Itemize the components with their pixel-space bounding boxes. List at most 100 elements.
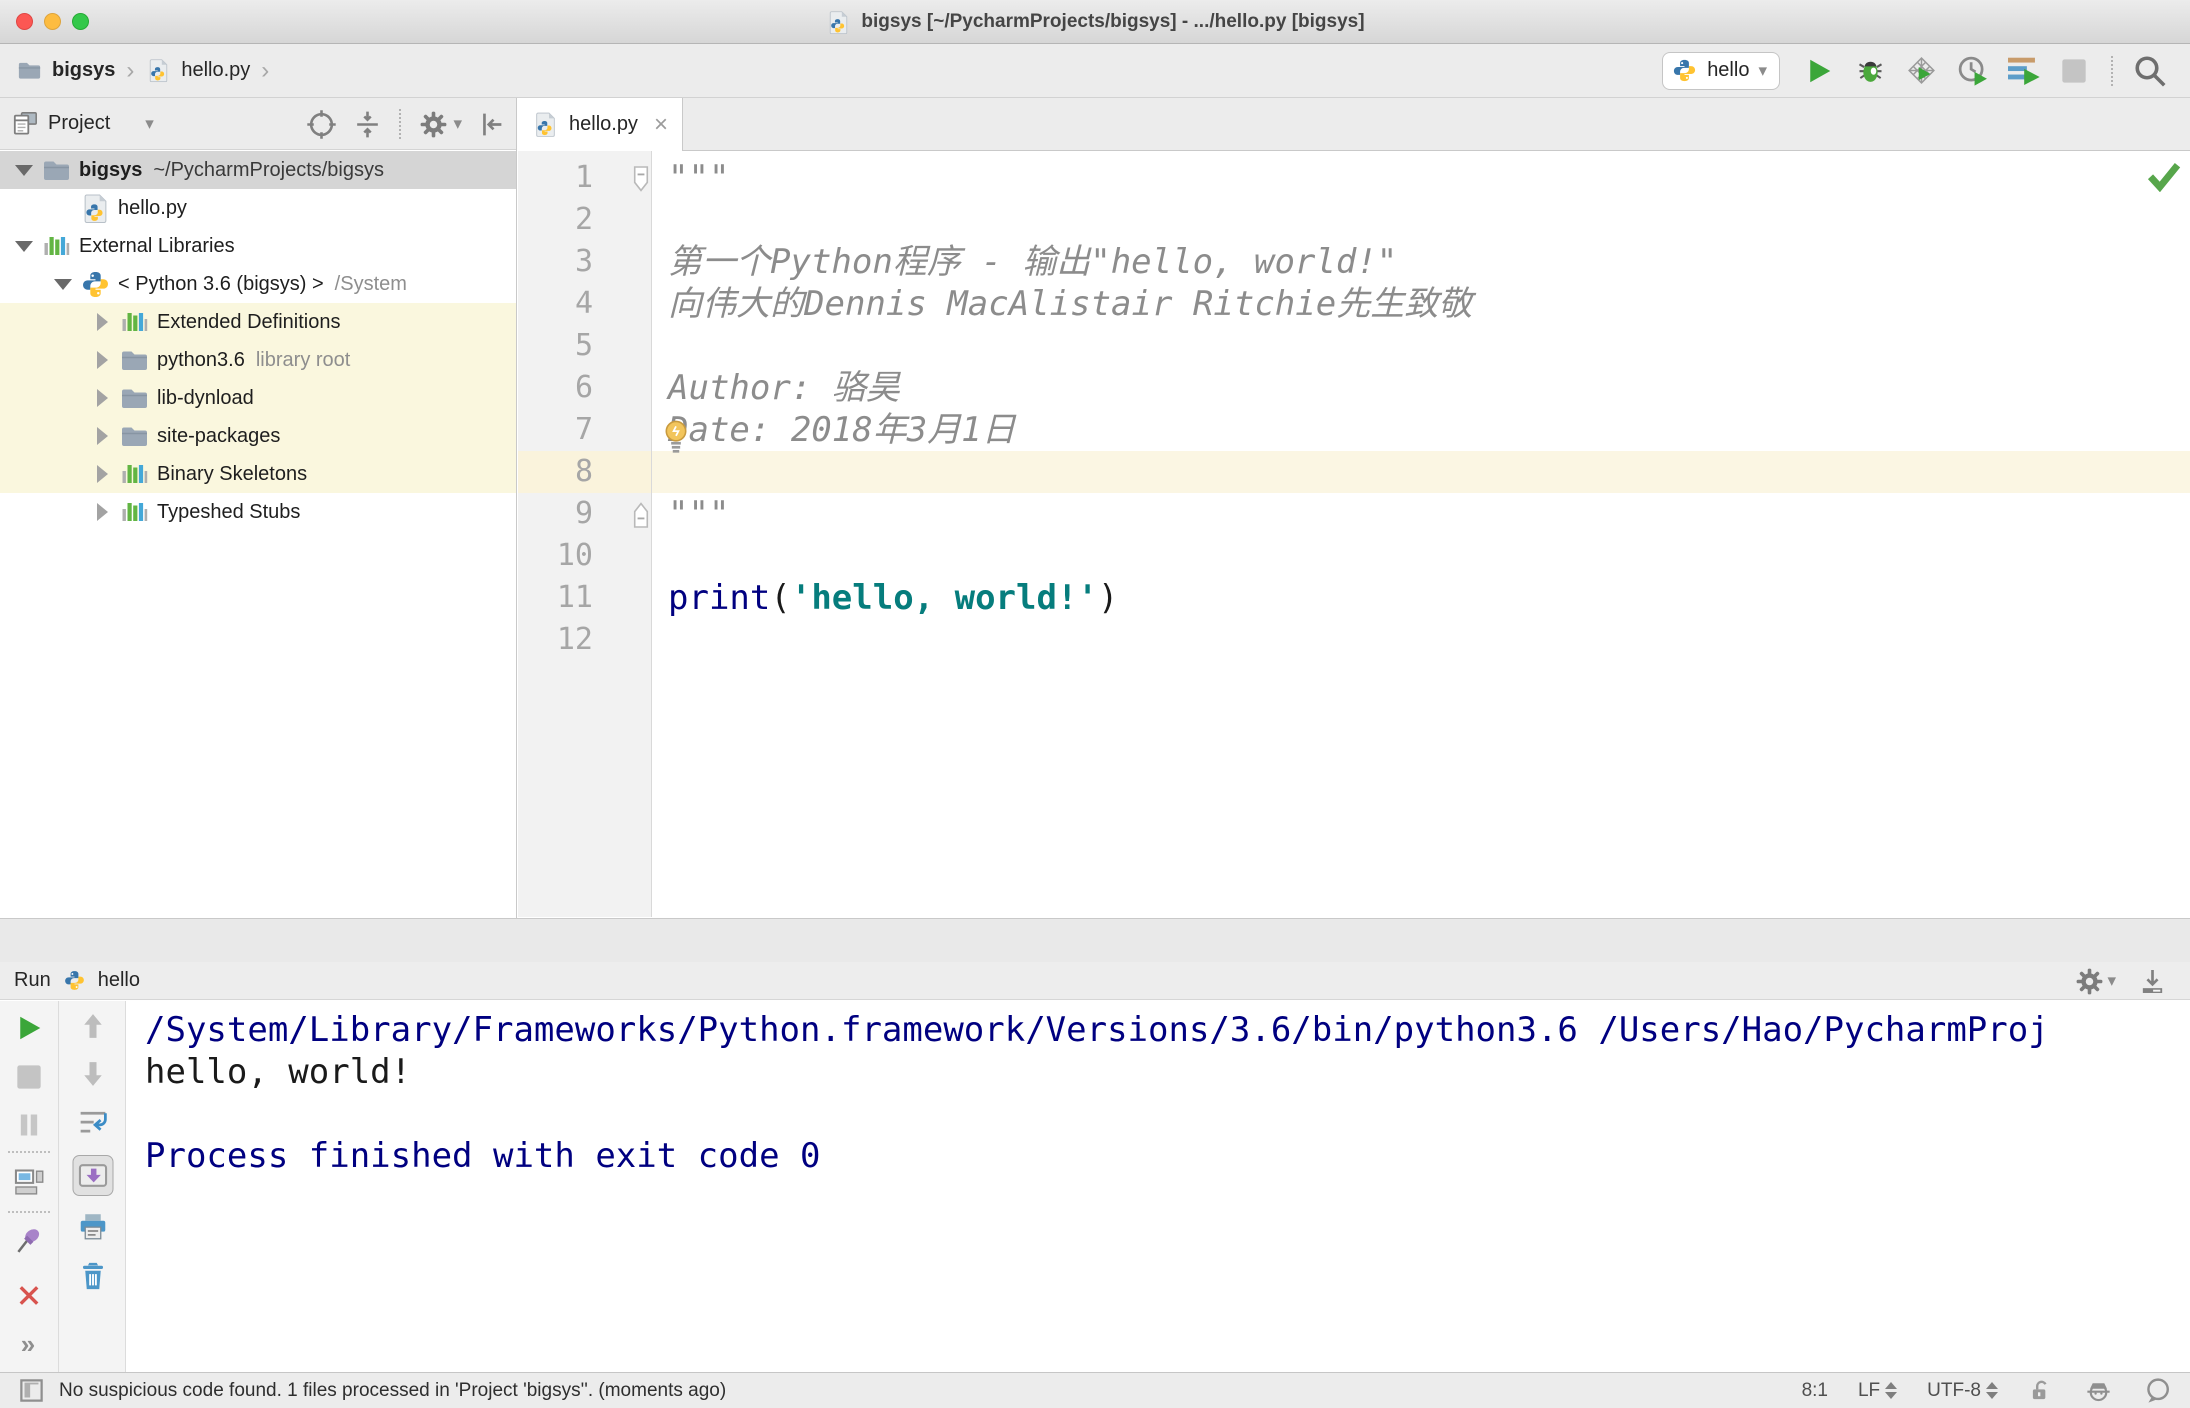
run-config-name[interactable]: hello [98,969,140,992]
soft-wrap-toggle[interactable] [77,1107,110,1140]
tree-row[interactable]: site-packages [0,417,516,455]
chevron-down-icon: ▾ [145,113,154,133]
settings-button[interactable] [415,106,451,142]
tree-row[interactable]: python3.6 library root [0,341,516,379]
tree-row[interactable]: Typeshed Stubs [0,493,516,531]
search-everywhere-button[interactable] [2132,53,2168,89]
code-line[interactable]: 向伟大的Dennis MacAlistair Ritchie先生致敬 [652,283,2190,325]
print-button[interactable] [78,1211,109,1242]
tree-collapsed-arrow-icon[interactable] [86,465,118,483]
console-output[interactable]: /System/Library/Frameworks/Python.framew… [127,1001,2190,1372]
toolwindow-toggle-icon[interactable] [18,1377,45,1404]
feedback-bubble-icon[interactable] [2143,1376,2172,1405]
rerun-button[interactable] [14,1013,44,1043]
intention-bulb-icon[interactable] [662,419,690,459]
code-line[interactable] [652,199,2190,241]
hide-panel-button[interactable] [2134,963,2170,999]
main-toolbar: hello ▾ [1662,44,2168,97]
run-button[interactable] [1801,53,1837,89]
profiler-button[interactable] [1954,53,1990,89]
tree-collapsed-arrow-icon[interactable] [86,313,118,331]
console-toolbar-right [60,1001,126,1372]
tree-row[interactable]: hello.py [0,189,516,227]
concurrency-diagram-button[interactable] [2005,53,2041,89]
tree-row[interactable]: Extended Definitions [0,303,516,341]
tree-collapsed-arrow-icon[interactable] [86,389,118,407]
run-panel-header: Run hello ▾ [0,962,2190,1000]
encoding-widget[interactable]: UTF-8 [1927,1380,1998,1402]
tree-collapsed-arrow-icon[interactable] [86,503,118,521]
tree-label: lib-dynload [157,386,254,409]
pin-tab-button[interactable] [14,1225,44,1255]
clear-all-button[interactable] [78,1261,108,1291]
line-separator-value: LF [1857,1379,1881,1401]
updown-arrows-icon [1885,1382,1898,1399]
code-area[interactable]: """ 第一个Python程序 - 输出"hello, world!" 向伟大的De… [652,151,2190,917]
inspections-ok-icon[interactable] [2146,160,2182,197]
collapse-all-button[interactable] [349,106,385,142]
close-panel-button[interactable] [15,1281,44,1310]
console-toolbar-left: » [0,1001,59,1372]
run-configuration-selector[interactable]: hello ▾ [1662,51,1780,90]
console-line: Process finished with exit code 0 [145,1136,821,1176]
code-line[interactable]: """ [652,493,2190,535]
tree-row[interactable]: Binary Skeletons [0,455,516,493]
code-line[interactable] [652,451,2190,493]
caret-position-widget[interactable]: 8:1 [1802,1380,1828,1402]
tree-expanded-arrow-icon[interactable] [47,279,79,290]
chevron-down-icon: ▾ [453,114,462,133]
tree-label: External Libraries [79,234,235,257]
code-line[interactable] [652,535,2190,577]
editor-tab-hello-py[interactable]: hello.py × [518,98,683,151]
readonly-lock-icon[interactable] [2028,1378,2054,1404]
run-with-coverage-button[interactable] [1903,53,1939,89]
hector-inspection-icon[interactable] [2084,1376,2113,1405]
scroll-to-end-button[interactable] [72,1155,114,1196]
project-panel-title[interactable]: Project [48,112,110,135]
tree-row[interactable]: < Python 3.6 (bigsys) > /System [0,265,516,303]
library-icon [40,231,72,261]
down-stack-trace-button[interactable] [78,1059,108,1089]
stop-button[interactable] [15,1063,43,1091]
code-segment: """ [668,494,730,534]
code-line[interactable] [652,619,2190,661]
line-number: 6 [574,370,593,405]
line-number: 5 [574,328,593,363]
tree-row[interactable]: bigsys ~/PycharmProjects/bigsys [0,151,516,189]
tree-collapsed-arrow-icon[interactable] [86,351,118,369]
tree-row[interactable]: External Libraries [0,227,516,265]
window-titlebar: bigsys [~/PycharmProjects/bigsys] - .../… [0,0,2190,44]
close-tab-icon[interactable]: × [654,112,668,137]
up-stack-trace-button[interactable] [78,1011,108,1041]
gutter-line: 2 [518,199,651,241]
stop-button[interactable] [2056,53,2092,89]
debug-button[interactable] [1852,53,1888,89]
locate-file-button[interactable] [303,106,339,142]
console-line: /System/Library/Frameworks/Python.framew… [145,1010,2049,1050]
code-segment: 'hello, world!' [790,578,1098,618]
tree-collapsed-arrow-icon[interactable] [86,427,118,445]
code-line[interactable] [652,325,2190,367]
line-separator-widget[interactable]: LF [1857,1379,1898,1402]
code-line[interactable]: """ [652,157,2190,199]
settings-button[interactable] [2071,963,2107,999]
tree-label: bigsys [79,158,143,181]
tree-expanded-arrow-icon[interactable] [8,165,40,176]
pause-output-button[interactable] [15,1111,43,1139]
code-line[interactable]: 第一个Python程序 - 输出"hello, world!" [652,241,2190,283]
code-line[interactable]: Date: 2018年3月1日 [652,409,2190,451]
more-options-button[interactable]: » [21,1329,37,1360]
tree-expanded-arrow-icon[interactable] [8,241,40,252]
hide-panel-button[interactable] [472,106,508,142]
splitter-band[interactable] [0,918,2190,962]
toolbar-divider [2111,55,2113,86]
gutter-line: 6 [518,367,651,409]
code-line[interactable]: print('hello, world!') [652,577,2190,619]
tree-row[interactable]: lib-dynload [0,379,516,417]
code-line[interactable]: Author: 骆昊 [652,367,2190,409]
line-number: 2 [574,202,593,237]
toolbar-divider [8,1211,50,1213]
breadcrumb-item-project[interactable]: bigsys [52,59,115,82]
breadcrumb-item-file[interactable]: hello.py [181,59,250,82]
restore-layout-button[interactable] [13,1165,46,1198]
